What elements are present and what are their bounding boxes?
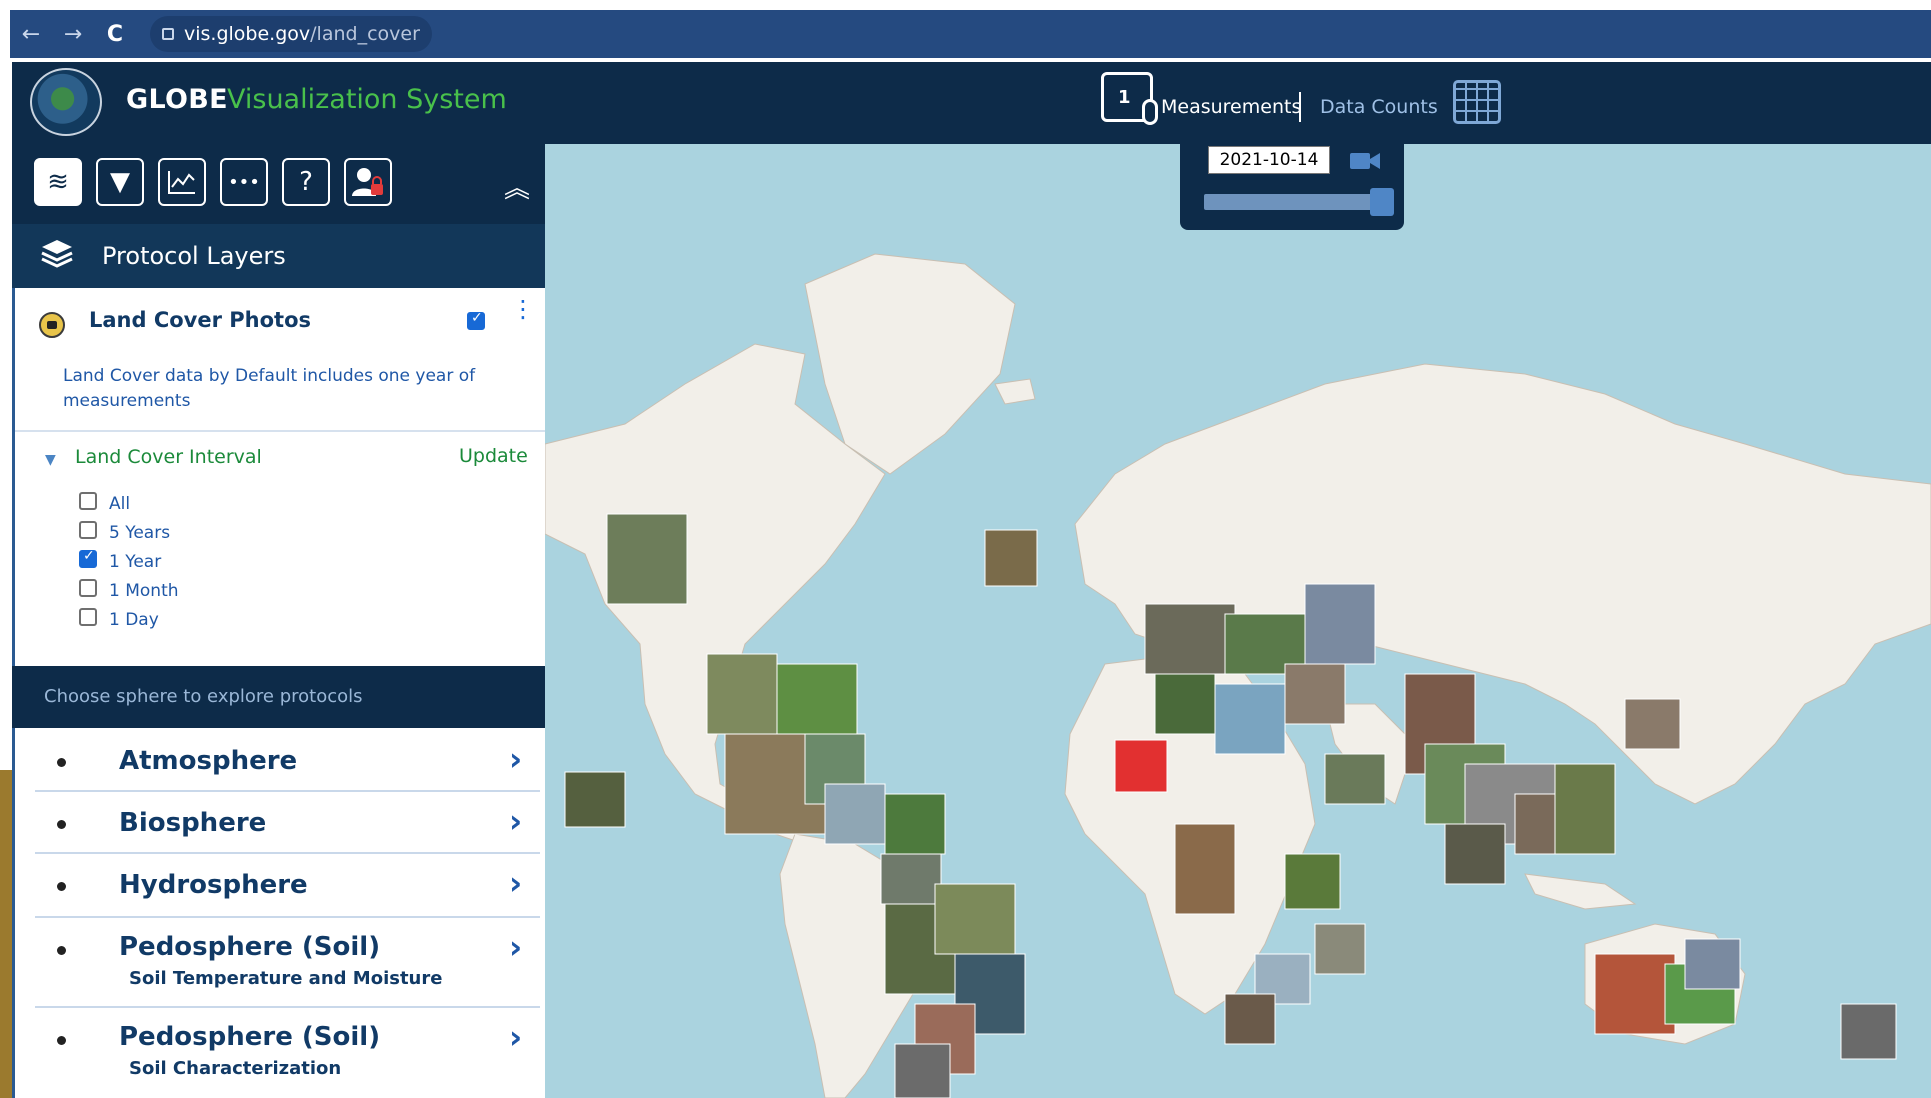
chevron-right-icon: › <box>509 928 523 966</box>
sphere-name: Biosphere <box>119 808 267 838</box>
url-path: /land_cover <box>310 23 420 45</box>
back-arrow-icon[interactable]: ← <box>10 22 52 47</box>
app-title: GLOBE <box>126 84 228 115</box>
bullet <box>57 946 66 955</box>
lock-icon <box>162 28 174 40</box>
timeline-control: 2021-10-14 <box>1180 144 1404 230</box>
map-canvas[interactable] <box>545 144 1931 1098</box>
thermometer-icon <box>1142 99 1158 125</box>
interval-checkbox[interactable] <box>79 548 97 568</box>
timeline-slider-thumb[interactable] <box>1370 188 1394 216</box>
url-host: vis.globe.gov <box>184 23 311 45</box>
reload-icon[interactable]: C <box>94 22 136 47</box>
sphere-name: Pedosphere (Soil) <box>119 1022 381 1052</box>
sphere-item-atmosphere[interactable]: Atmosphere › <box>35 732 540 792</box>
divider <box>15 430 545 432</box>
chevron-right-icon: › <box>509 1018 523 1056</box>
caret-down-icon[interactable]: ▼ <box>45 452 56 468</box>
sphere-item-pedosphere-characterization[interactable]: Pedosphere (Soil) Soil Characterization … <box>35 1010 540 1098</box>
layer-name: Land Cover Photos <box>89 308 312 332</box>
world-map[interactable] <box>545 144 1931 1098</box>
chart-icon <box>168 171 195 194</box>
bullet <box>57 820 66 829</box>
layers-button[interactable]: ≋ <box>34 158 82 206</box>
data-counts-calendar-icon[interactable] <box>1453 80 1501 124</box>
interval-option-label: 5 Years <box>109 523 171 543</box>
browser-toolbar: ← → C vis.globe.gov /land_cover <box>10 10 1931 58</box>
bullet <box>57 882 66 891</box>
app-subtitle: Visualization System <box>227 84 507 115</box>
sphere-item-pedosphere-temperature[interactable]: Pedosphere (Soil) Soil Temperature and M… <box>35 920 540 1008</box>
video-camera-icon[interactable] <box>1350 150 1380 172</box>
help-button[interactable]: ? <box>282 158 330 206</box>
login-button[interactable] <box>344 158 392 206</box>
protocol-layers-title: Protocol Layers <box>102 242 286 270</box>
sphere-name: Atmosphere <box>119 746 298 776</box>
layer-menu-icon[interactable]: ⋮ <box>511 297 535 321</box>
protocol-layers-header: Protocol Layers <box>12 224 545 288</box>
update-button[interactable]: Update <box>459 445 528 467</box>
layer-visibility-checkbox[interactable] <box>467 310 485 330</box>
timeline-date[interactable]: 2021-10-14 <box>1208 146 1330 174</box>
layers-icon: ≋ <box>47 167 69 197</box>
chart-button[interactable] <box>158 158 206 206</box>
filter-button[interactable]: ▼ <box>96 158 144 206</box>
timeline-slider-track[interactable] <box>1204 194 1384 210</box>
more-options-button[interactable]: ••• <box>220 158 268 206</box>
camera-icon <box>39 312 65 338</box>
layer-description: Land Cover data by Default includes one … <box>63 366 476 411</box>
bullet <box>57 758 66 767</box>
sphere-subtitle: Soil Temperature and Moisture <box>129 968 443 989</box>
bullet <box>57 1036 66 1045</box>
measurements-calendar-icon[interactable]: 1 <box>1101 72 1158 125</box>
interval-title[interactable]: Land Cover Interval <box>75 446 262 468</box>
sphere-item-biosphere[interactable]: Biosphere › <box>35 794 540 854</box>
sphere-item-hydrosphere[interactable]: Hydrosphere › <box>35 856 540 918</box>
interval-checkbox[interactable] <box>79 579 97 597</box>
interval-option-label: All <box>109 494 131 514</box>
interval-option-label: 1 Month <box>109 581 179 601</box>
globe-logo-icon[interactable] <box>30 68 102 136</box>
sphere-name: Hydrosphere <box>119 870 308 900</box>
layers-stack-icon <box>41 240 73 268</box>
filter-icon: ▼ <box>110 167 130 197</box>
chevron-right-icon: › <box>509 802 523 840</box>
interval-checkbox[interactable] <box>79 492 97 510</box>
sphere-header-text: Choose sphere to explore protocols <box>44 686 363 707</box>
address-bar[interactable]: vis.globe.gov /land_cover <box>150 16 432 52</box>
layer-details: Land Cover Photos ⋮ Land Cover data by D… <box>12 288 545 666</box>
user-lock-icon <box>352 168 383 196</box>
measurements-tab[interactable]: Measurements <box>1161 96 1301 118</box>
chevron-right-icon: › <box>509 740 523 778</box>
measurements-icon-digit: 1 <box>1118 87 1131 108</box>
panel-toolbar: ≋ ▼ ••• ? ︽ <box>12 144 545 224</box>
header-separator <box>1299 92 1301 122</box>
interval-option-label: 1 Year <box>109 552 162 572</box>
interval-option-label: 1 Day <box>109 610 159 630</box>
sphere-header: Choose sphere to explore protocols <box>12 666 545 728</box>
help-icon: ? <box>299 167 313 197</box>
sphere-subtitle: Soil Characterization <box>129 1058 342 1079</box>
forward-arrow-icon[interactable]: → <box>52 22 94 47</box>
interval-checkbox[interactable] <box>79 521 97 539</box>
app-root: ← → C vis.globe.gov /land_cover GLOBE Vi… <box>0 0 1931 1098</box>
sphere-list: Atmosphere › Biosphere › Hydrosphere › P… <box>12 728 545 1098</box>
background-strip <box>0 770 12 1098</box>
chevron-right-icon: › <box>509 864 523 902</box>
data-counts-tab[interactable]: Data Counts <box>1320 96 1438 118</box>
sphere-name: Pedosphere (Soil) <box>119 932 381 962</box>
collapse-panel-icon[interactable]: ︽ <box>504 168 530 205</box>
app-header: GLOBE Visualization System 1 Measurement… <box>12 62 1931 144</box>
interval-checkbox[interactable] <box>79 608 97 626</box>
more-icon: ••• <box>228 171 260 193</box>
